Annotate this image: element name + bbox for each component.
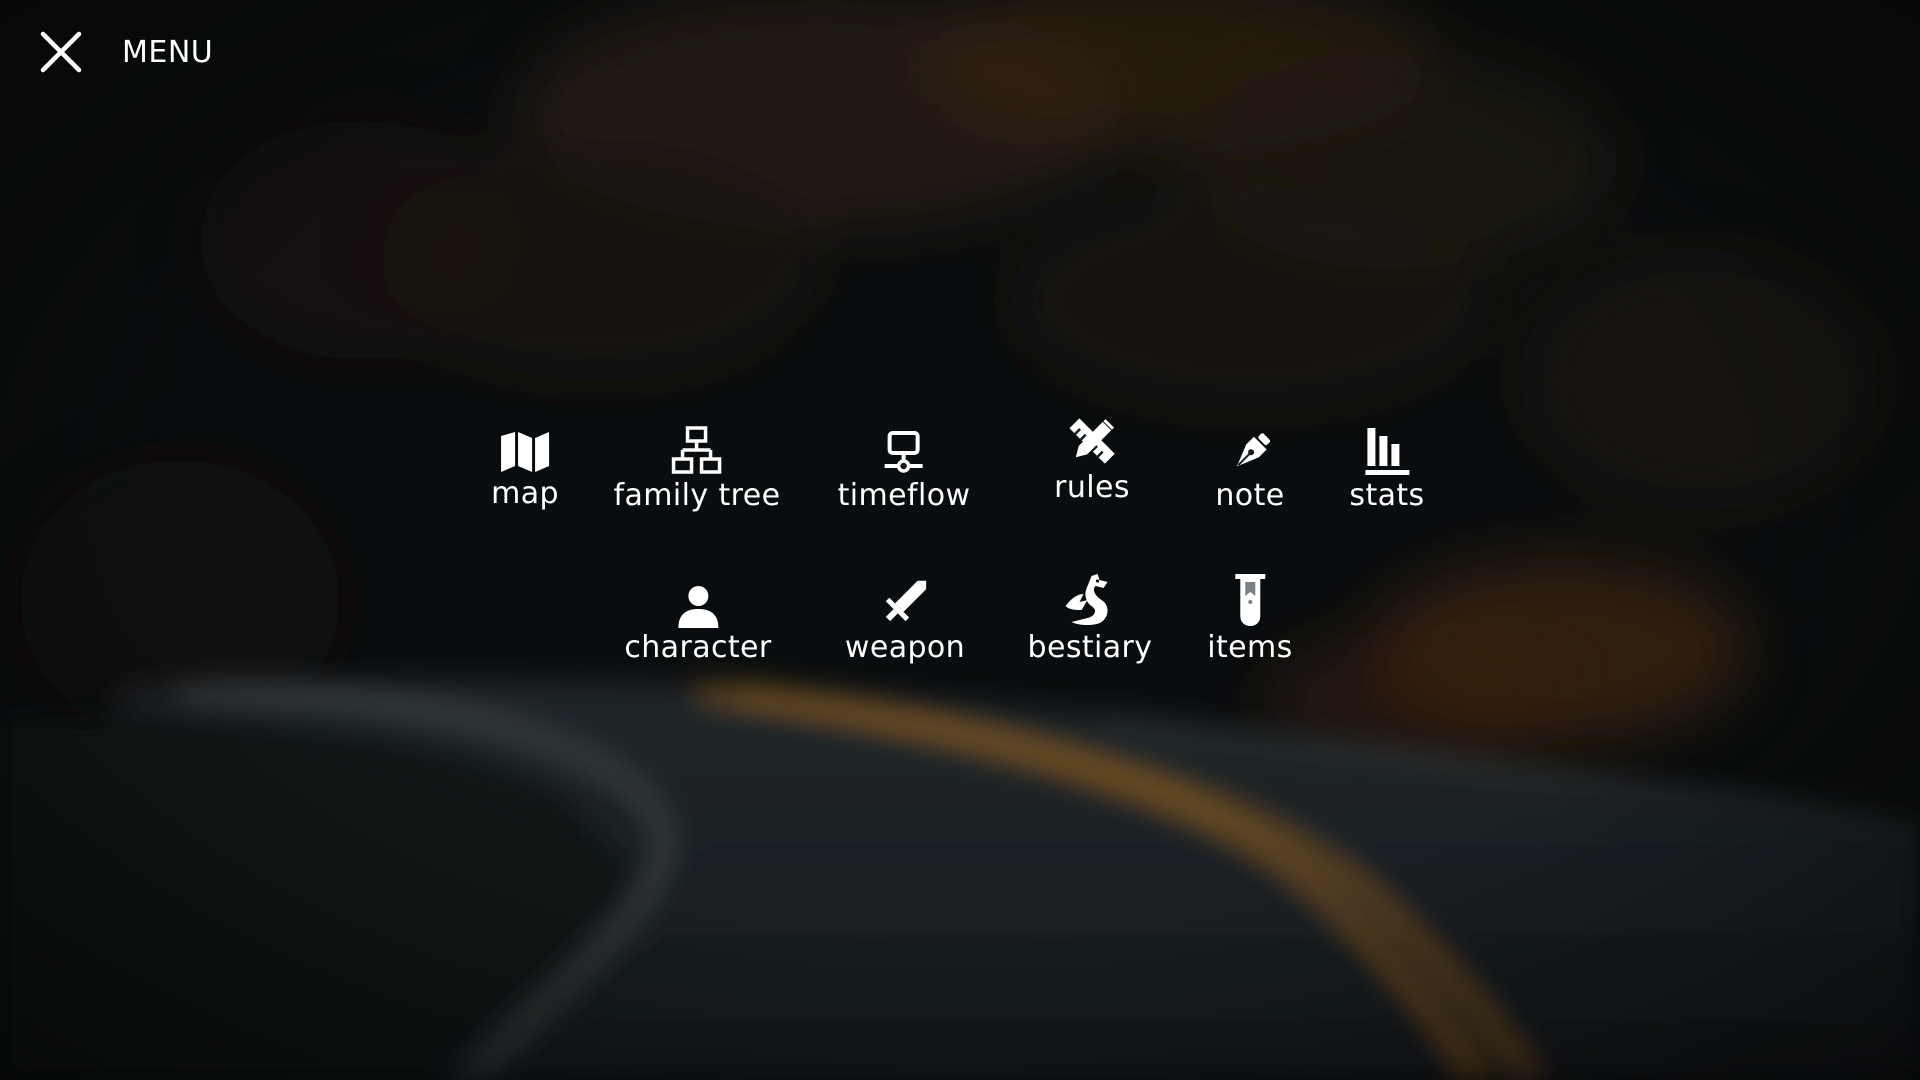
menu-screen: MENU map family tree timeflow rules note… [0, 0, 1920, 1080]
menu-item-bestiary[interactable]: bestiary [1028, 572, 1153, 666]
menu-item-label: family tree [613, 478, 781, 513]
test-tube-icon [1222, 572, 1278, 628]
pencil-ruler-icon [1064, 412, 1120, 468]
menu-item-label: rules [1054, 470, 1130, 505]
menu-item-label: note [1215, 478, 1285, 513]
menu-item-timeflow[interactable]: timeflow [838, 420, 971, 514]
menu-item-label: map [491, 476, 559, 511]
pen-nib-icon [1222, 420, 1278, 476]
close-menu-button[interactable] [38, 29, 84, 75]
menu-item-weapon[interactable]: weapon [845, 572, 965, 666]
menu-item-label: weapon [844, 630, 966, 665]
top-bar: MENU [38, 28, 213, 76]
menu-item-label: items [1207, 630, 1293, 665]
background-image [0, 0, 1920, 1080]
close-icon [40, 31, 82, 73]
menu-item-stats[interactable]: stats [1349, 420, 1424, 514]
menu-item-label: character [624, 630, 772, 665]
user-icon [670, 572, 726, 628]
menu-item-note[interactable]: note [1215, 420, 1284, 514]
bar-chart-icon [1359, 420, 1415, 476]
sword-icon [877, 572, 933, 628]
menu-item-family-tree[interactable]: family tree [614, 420, 781, 514]
menu-item-rules[interactable]: rules [1054, 412, 1130, 506]
menu-item-map[interactable]: map [491, 418, 559, 512]
dragon-icon [1062, 572, 1118, 628]
menu-item-items[interactable]: items [1207, 572, 1292, 666]
menu-item-label: timeflow [837, 478, 971, 513]
menu-item-character[interactable]: character [624, 572, 771, 666]
timeline-icon [876, 420, 932, 476]
menu-item-label: stats [1349, 478, 1425, 513]
sitemap-icon [669, 420, 725, 476]
menu-title: MENU [122, 34, 214, 70]
menu-item-label: bestiary [1027, 630, 1153, 665]
map-icon [497, 418, 553, 474]
